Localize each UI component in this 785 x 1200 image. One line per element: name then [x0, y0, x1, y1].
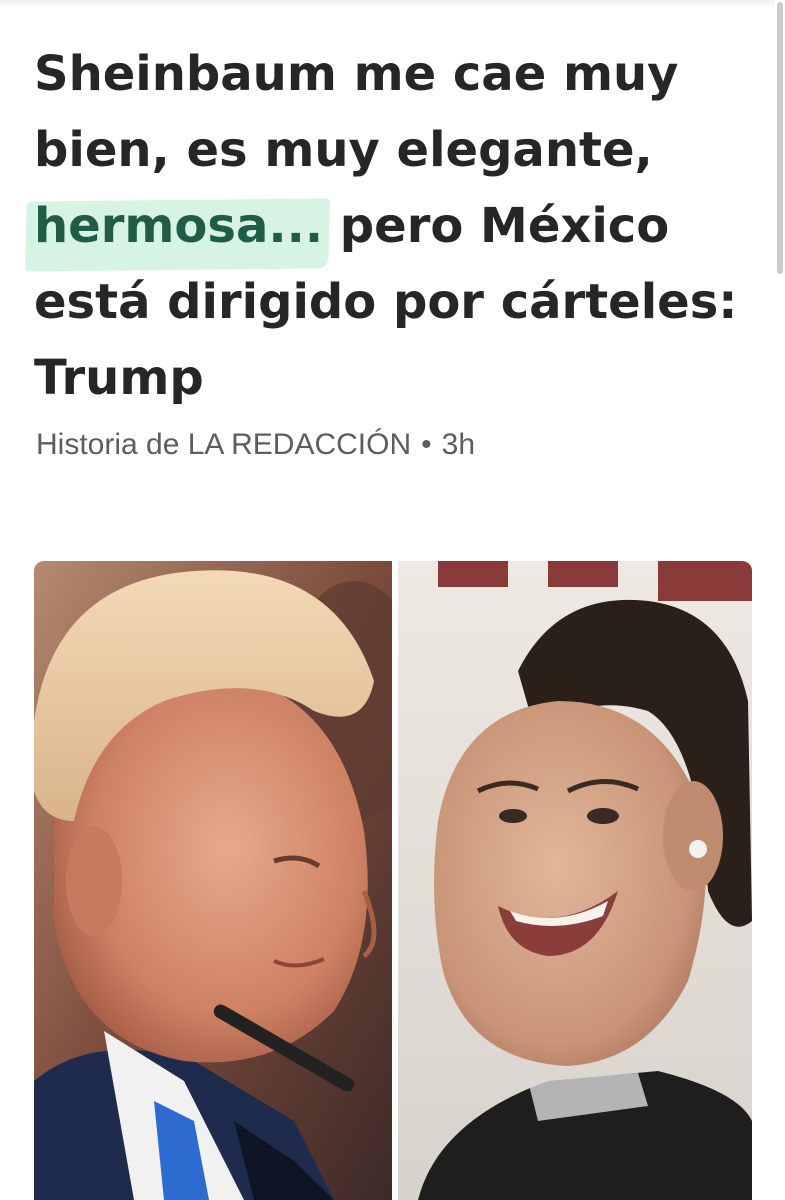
article-headline[interactable]: Sheinbaum me cae muy bien, es muy elegan… [34, 36, 769, 416]
left-portrait-photo [34, 561, 392, 1200]
byline-separator: • [421, 428, 432, 461]
scrollbar[interactable] [775, 0, 785, 1200]
headline-text-start: Sheinbaum me cae muy bien, es muy elegan… [34, 46, 679, 178]
article-image[interactable] [34, 561, 752, 1200]
right-portrait-photo [398, 561, 752, 1200]
headline-highlighted-text: hermosa... [34, 188, 323, 264]
article-byline: Historia de LA REDACCIÓN • 3h [36, 423, 736, 467]
top-edge [0, 0, 785, 8]
source-name[interactable]: LA REDACCIÓN [188, 428, 411, 461]
scrollbar-thumb[interactable] [777, 2, 783, 274]
source-prefix: Historia de [36, 428, 180, 461]
article-age: 3h [441, 428, 476, 461]
